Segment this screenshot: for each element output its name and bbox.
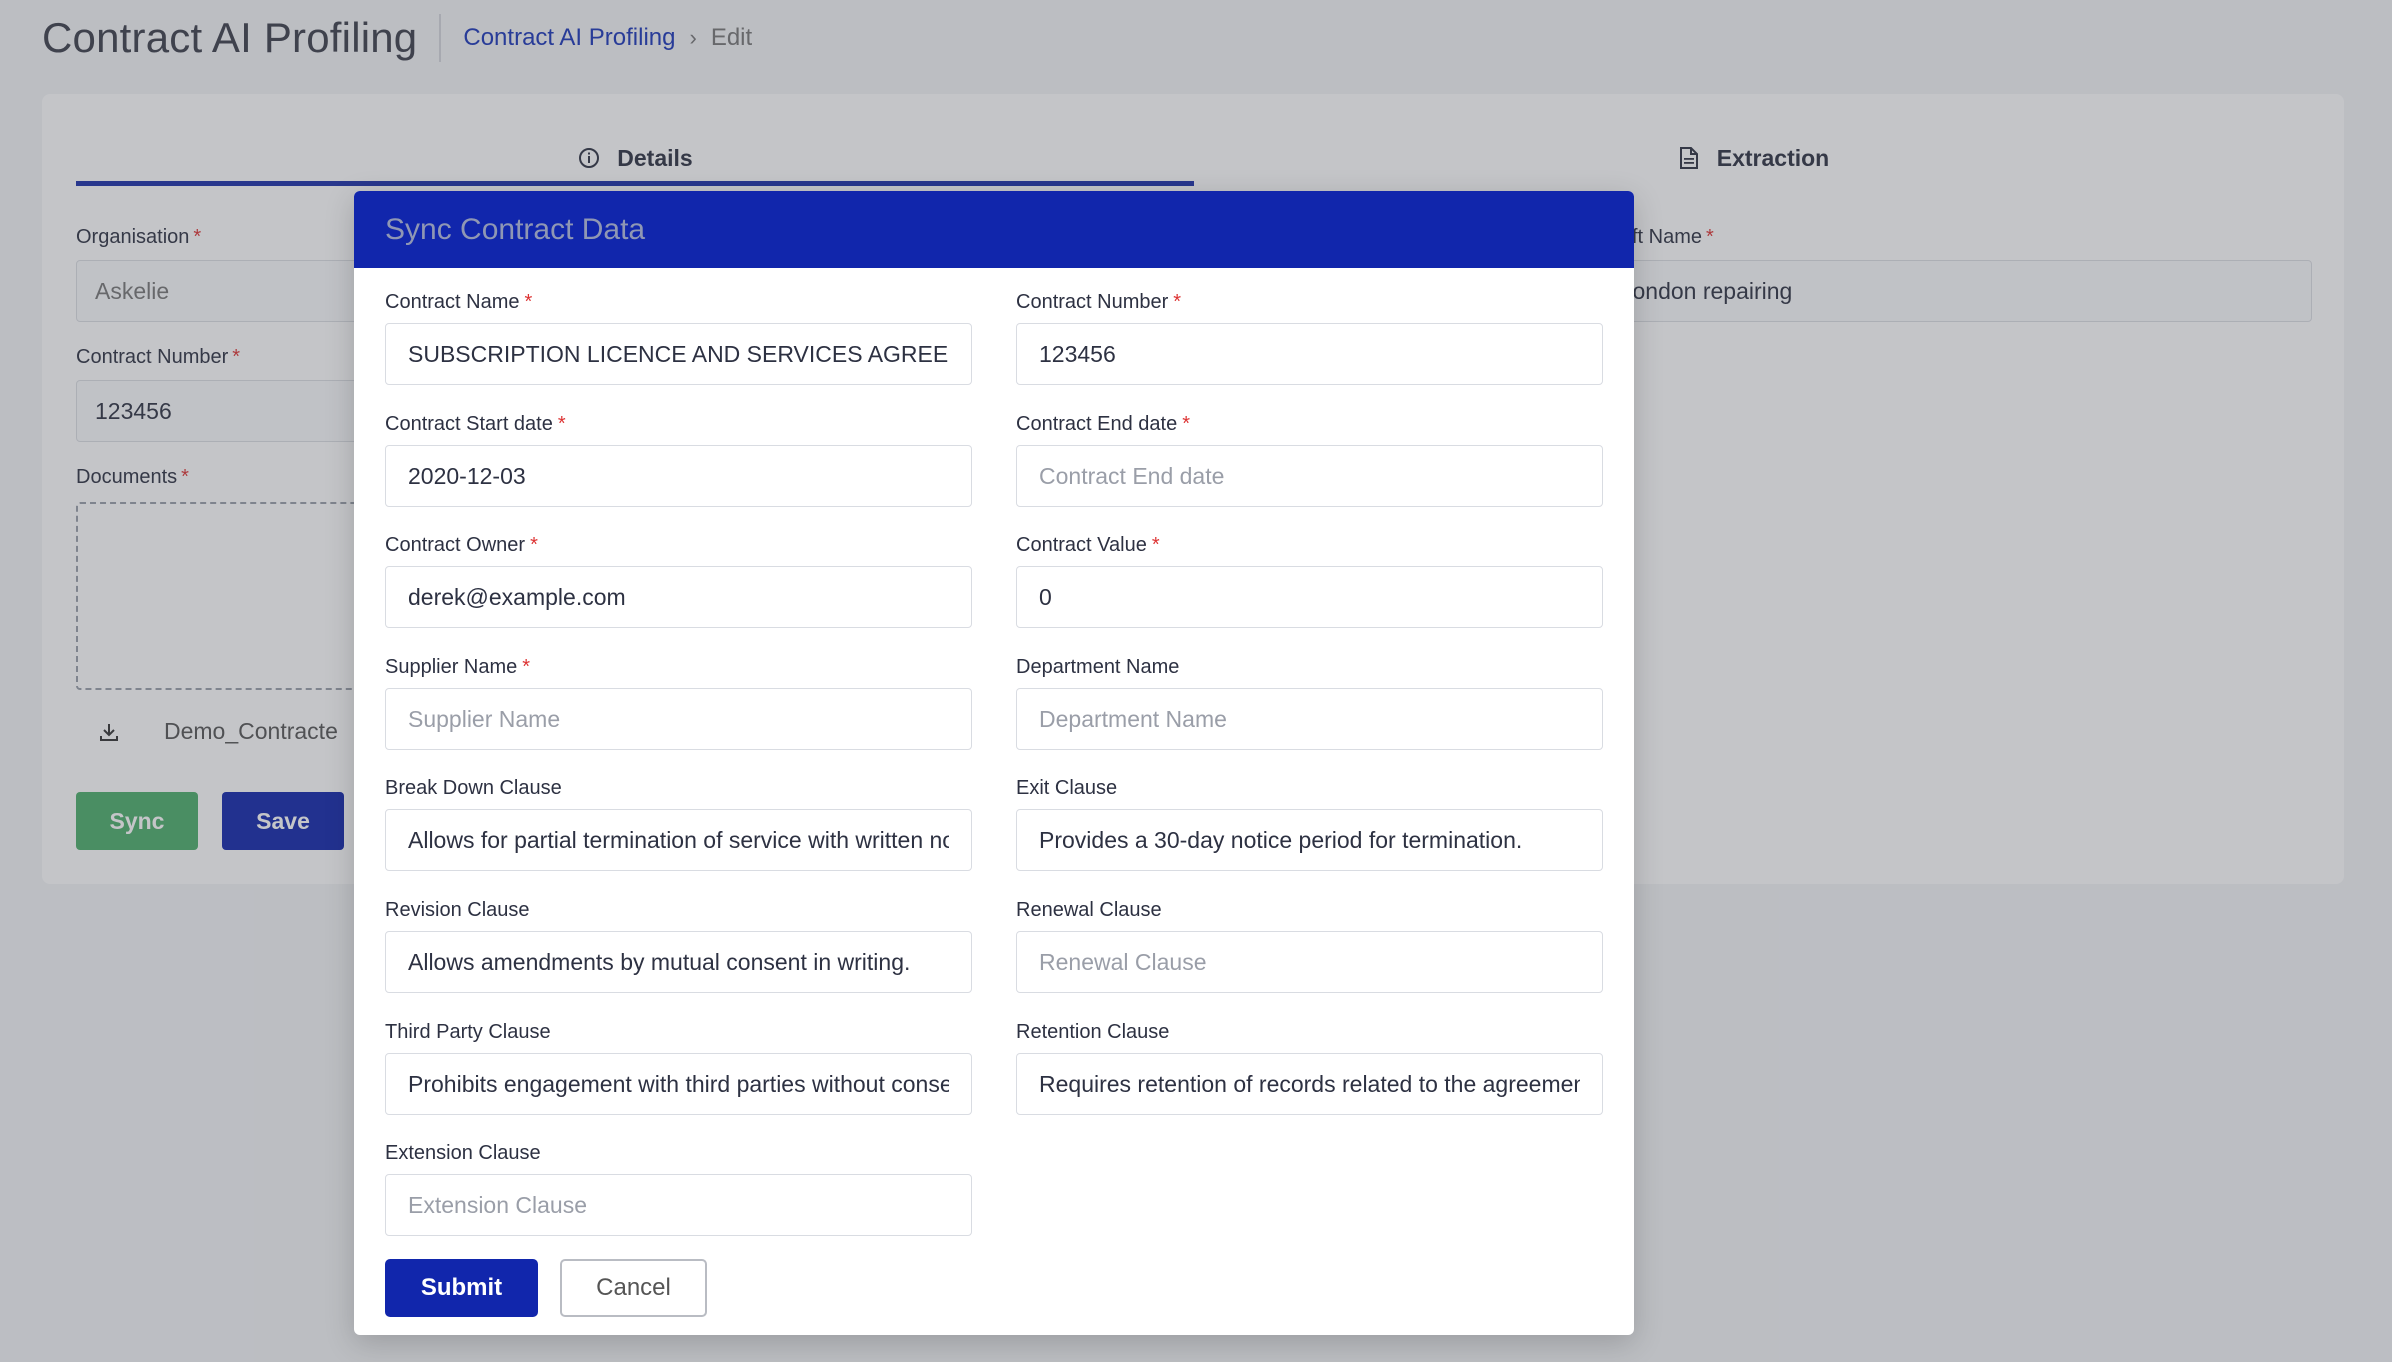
break-down-clause-label: Break Down Clause bbox=[385, 777, 562, 799]
department-name-input[interactable] bbox=[1016, 688, 1603, 750]
contract-end-date-input[interactable] bbox=[1016, 445, 1603, 507]
third-party-clause-label: Third Party Clause bbox=[385, 1021, 551, 1043]
exit-clause-label: Exit Clause bbox=[1016, 777, 1118, 799]
contract-owner-label: Contract Owner * bbox=[385, 534, 538, 556]
renewal-clause-label: Renewal Clause bbox=[1016, 899, 1162, 921]
contract-name-input[interactable] bbox=[385, 323, 972, 385]
exit-clause-group: Exit Clause bbox=[1016, 777, 1603, 871]
extension-clause-input[interactable] bbox=[385, 1174, 972, 1236]
modal-header: Sync Contract Data bbox=[354, 191, 1634, 268]
submit-button[interactable]: Submit bbox=[385, 1259, 538, 1317]
contract-number-label: Contract Number * bbox=[1016, 291, 1182, 313]
retention-clause-group: Retention Clause bbox=[1016, 1021, 1603, 1115]
contract-value-label: Contract Value * bbox=[1016, 534, 1160, 556]
contract-start-date-input[interactable] bbox=[385, 445, 972, 507]
contract-number-group: Contract Number * bbox=[1016, 291, 1603, 385]
modal-title: Sync Contract Data bbox=[385, 212, 646, 246]
renewal-clause-group: Renewal Clause bbox=[1016, 899, 1603, 993]
department-name-label: Department Name bbox=[1016, 656, 1180, 678]
retention-clause-input[interactable] bbox=[1016, 1053, 1603, 1115]
break-down-clause-group: Break Down Clause bbox=[385, 777, 972, 871]
contract-value-group: Contract Value * bbox=[1016, 534, 1603, 628]
contract-start-date-label: Contract Start date * bbox=[385, 413, 566, 435]
supplier-name-label: Supplier Name * bbox=[385, 656, 531, 678]
retention-clause-label: Retention Clause bbox=[1016, 1021, 1170, 1043]
break-down-clause-input[interactable] bbox=[385, 809, 972, 871]
contract-name-group: Contract Name * bbox=[385, 291, 972, 385]
contract-end-date-label: Contract End date * bbox=[1016, 413, 1191, 435]
cancel-button[interactable]: Cancel bbox=[560, 1259, 707, 1317]
third-party-clause-input[interactable] bbox=[385, 1053, 972, 1115]
renewal-clause-input[interactable] bbox=[1016, 931, 1603, 993]
extension-clause-group: Extension Clause bbox=[385, 1142, 972, 1236]
third-party-clause-group: Third Party Clause bbox=[385, 1021, 972, 1115]
contract-owner-input[interactable] bbox=[385, 566, 972, 628]
extension-clause-label: Extension Clause bbox=[385, 1142, 541, 1164]
contract-name-label: Contract Name * bbox=[385, 291, 533, 313]
contract-value-input[interactable] bbox=[1016, 566, 1603, 628]
sync-contract-modal: Sync Contract Data Contract Name* Contra… bbox=[354, 191, 1634, 1335]
contract-number-input[interactable] bbox=[1016, 323, 1603, 385]
contract-end-date-group: Contract End date * bbox=[1016, 413, 1603, 507]
revision-clause-input[interactable] bbox=[385, 931, 972, 993]
revision-clause-label: Revision Clause bbox=[385, 899, 530, 921]
contract-owner-group: Contract Owner * bbox=[385, 534, 972, 628]
supplier-name-group: Supplier Name * bbox=[385, 656, 972, 750]
contract-start-date-group: Contract Start date * bbox=[385, 413, 972, 507]
supplier-name-input[interactable] bbox=[385, 688, 972, 750]
exit-clause-input[interactable] bbox=[1016, 809, 1603, 871]
department-name-group: Department Name bbox=[1016, 656, 1603, 750]
revision-clause-group: Revision Clause bbox=[385, 899, 972, 993]
